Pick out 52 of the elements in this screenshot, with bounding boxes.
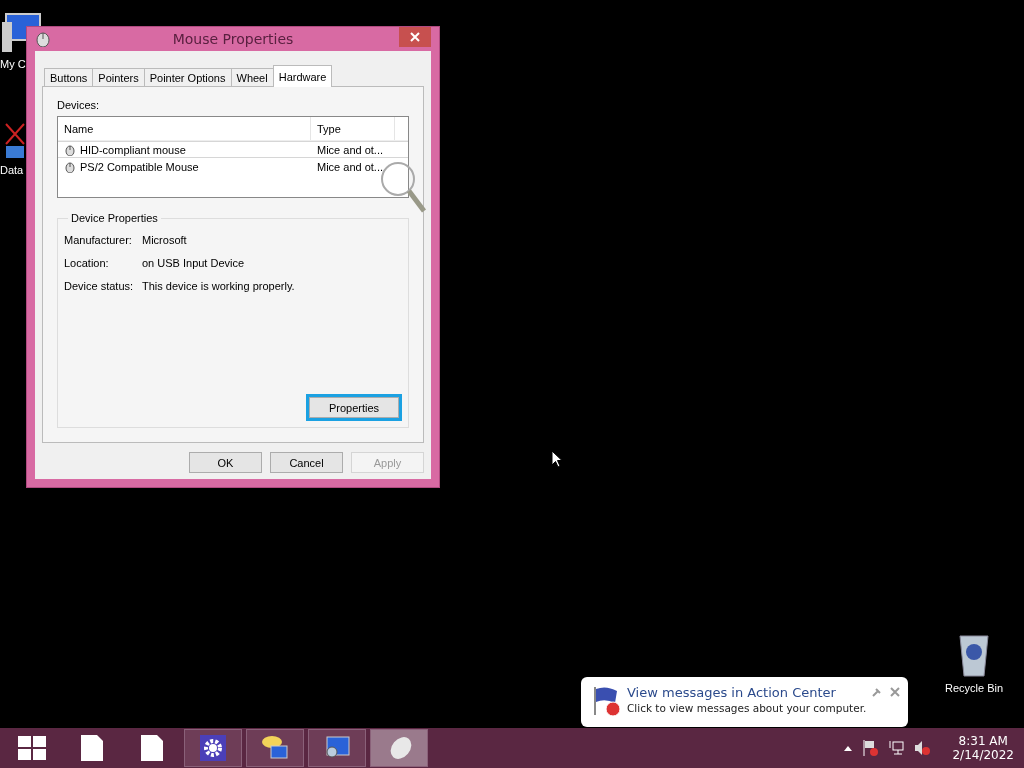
dialog-button[interactable]: Cancel <box>270 452 343 473</box>
clock-time[interactable]: 8:31 AM <box>958 734 1008 748</box>
device-row[interactable]: PS/2 Compatible Mouse Mice and ot... <box>58 158 408 175</box>
file-icon <box>141 735 163 761</box>
field-value: on USB Input Device <box>142 256 246 269</box>
dialog-button[interactable]: OK <box>189 452 262 473</box>
clock-date[interactable]: 2/14/2022 <box>952 748 1014 762</box>
windows-icon <box>18 736 46 760</box>
field-label: Device status: <box>64 279 135 292</box>
properties-button[interactable]: Properties <box>309 397 399 418</box>
taskbar-button[interactable] <box>246 729 304 767</box>
device-name: PS/2 Compatible Mouse <box>80 160 199 173</box>
notification-title: View messages in Action Center <box>627 685 837 700</box>
column-header[interactable]: Name <box>58 117 311 140</box>
field-label: Manufacturer: <box>64 233 133 246</box>
caret-up-icon <box>844 745 853 751</box>
field-label: Location: <box>64 256 110 269</box>
tab[interactable]: Buttons <box>44 68 94 87</box>
column-header[interactable]: Type <box>311 117 395 140</box>
tab[interactable]: Hardware <box>272 65 333 87</box>
desktop-icon-label[interactable]: Data <box>0 164 24 176</box>
desktop-icon-label[interactable]: My C <box>0 58 26 70</box>
network-icon <box>888 740 905 756</box>
speaker-muted-icon <box>914 740 931 756</box>
device-row[interactable]: HID-compliant mouse Mice and ot... <box>58 141 408 158</box>
devices-label: Devices: <box>57 99 101 111</box>
chat-monitor-icon <box>261 734 289 762</box>
close-icon <box>410 32 420 42</box>
notification-text: Click to view messages about your computer. <box>627 702 867 714</box>
device-type: Mice and ot... <box>317 160 384 173</box>
flag-error-icon <box>591 685 621 717</box>
device-type: Mice and ot... <box>317 143 384 156</box>
notification-balloon[interactable]: View messages in Action Center Click to view messages about your computer. <box>581 677 909 727</box>
group-title: Device Properties <box>68 212 161 224</box>
tab[interactable]: Pointer Options <box>143 68 232 87</box>
device-name: HID-compliant mouse <box>80 143 186 156</box>
taskbar-button[interactable] <box>308 729 366 767</box>
file-icon <box>81 735 103 761</box>
close-icon <box>890 687 901 697</box>
desktop-icon-label[interactable]: Recycle Bin <box>945 682 1004 694</box>
mouse-icon <box>64 160 76 173</box>
flag-error-icon <box>862 739 879 757</box>
mouse-icon <box>64 143 76 156</box>
field-value: This device is working properly. <box>142 279 296 292</box>
taskbar-button[interactable] <box>184 729 242 767</box>
window-title: Mouse Properties <box>171 31 295 47</box>
mouse-icon <box>35 31 51 47</box>
close-button[interactable] <box>399 27 431 47</box>
field-value: Microsoft <box>142 233 188 246</box>
pointer-icon <box>551 450 563 468</box>
gear-icon <box>200 735 226 761</box>
pin-icon <box>872 687 883 697</box>
